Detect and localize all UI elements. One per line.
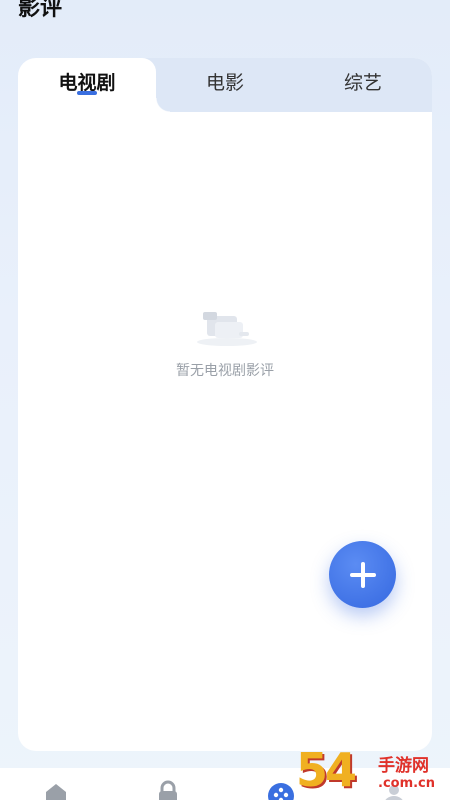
empty-state: 暂无电视剧影评	[18, 308, 432, 380]
lock-icon	[159, 780, 177, 800]
tab-movie-label: 电影	[205, 72, 244, 94]
empty-state-text: 暂无电视剧影评	[176, 363, 274, 379]
nav-game[interactable]	[267, 780, 295, 800]
watermark-name: 手游网	[378, 756, 429, 776]
tab-bar: 电视剧 电影 综艺	[18, 58, 432, 112]
nav-lock[interactable]	[154, 780, 182, 800]
game-icon	[268, 783, 294, 800]
tab-variety-label: 综艺	[343, 72, 382, 94]
add-review-button[interactable]	[329, 541, 396, 608]
page-title: 影评	[18, 0, 63, 21]
review-card: 电视剧 电影 综艺 暂无电视剧影评	[18, 58, 432, 751]
nav-home[interactable]	[42, 780, 70, 800]
plus-icon	[349, 561, 376, 588]
watermark-number: 54	[296, 743, 357, 797]
tab-tv[interactable]: 电视剧	[18, 58, 170, 112]
empty-box-icon	[197, 312, 257, 346]
home-icon	[46, 784, 66, 800]
tab-movie[interactable]: 电影	[156, 58, 294, 112]
watermark-logo: 54 手游网 .com.cn	[296, 743, 448, 800]
tab-active-indicator	[77, 91, 97, 95]
tab-variety[interactable]: 综艺	[294, 58, 432, 112]
watermark-url: .com.cn	[378, 776, 436, 791]
